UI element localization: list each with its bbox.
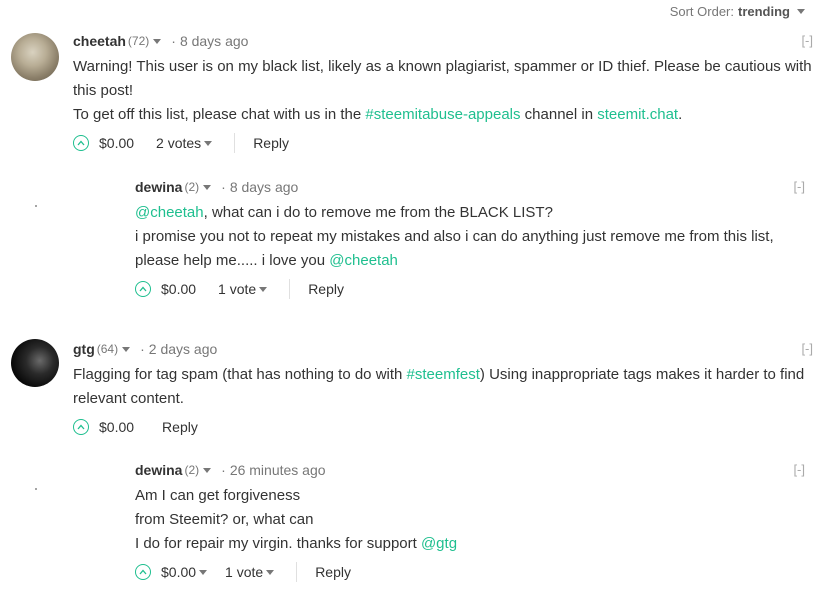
avatar[interactable] bbox=[11, 33, 59, 81]
author-reputation: (2) bbox=[184, 180, 200, 194]
chevron-down-icon[interactable] bbox=[203, 467, 212, 473]
comment-header: dewina (2) · 26 minutes ago bbox=[135, 459, 805, 481]
tag-link[interactable]: #steemfest bbox=[407, 366, 480, 383]
separator-dot: · bbox=[140, 341, 145, 357]
chevron-down-icon[interactable] bbox=[797, 9, 805, 14]
chevron-down-icon[interactable] bbox=[266, 569, 275, 575]
mention-link[interactable]: @gtg bbox=[421, 535, 457, 552]
author-name[interactable]: cheetah bbox=[73, 33, 126, 49]
chevron-down-icon[interactable] bbox=[204, 140, 213, 146]
divider bbox=[289, 279, 291, 299]
collapse-button[interactable]: [-] bbox=[801, 341, 813, 356]
reply-button[interactable]: Reply bbox=[162, 419, 198, 435]
comment-footer: $0.00 1 vote Reply bbox=[135, 560, 805, 584]
upvote-icon[interactable] bbox=[135, 281, 151, 297]
comment-body: Flagging for tag spam (that has nothing … bbox=[73, 363, 813, 411]
text-segment: i promise you not to repeat my mistakes … bbox=[135, 228, 774, 269]
comment-text: Warning! This user is on my black list, … bbox=[73, 58, 812, 99]
comment-footer: $0.00 2 votes Reply bbox=[73, 131, 813, 155]
author-reputation: (2) bbox=[184, 463, 200, 477]
payout-value[interactable]: $0.00 bbox=[99, 135, 134, 151]
text-segment: . bbox=[678, 106, 683, 123]
divider bbox=[296, 562, 298, 582]
timestamp[interactable]: 8 days ago bbox=[180, 33, 249, 49]
comment-text: I do for repair my virgin. thanks for su… bbox=[135, 532, 805, 556]
author-reputation: (64) bbox=[96, 342, 119, 356]
mention-link[interactable]: @cheetah bbox=[135, 204, 204, 221]
collapse-button[interactable]: [-] bbox=[793, 179, 805, 194]
avatar[interactable] bbox=[35, 488, 37, 490]
upvote-icon[interactable] bbox=[73, 135, 89, 151]
sort-order-label: Sort Order: bbox=[669, 4, 734, 19]
text-segment: To get off this list, please chat with u… bbox=[73, 106, 366, 123]
comment: gtg (64) · 2 days ago [-] Flagging for t… bbox=[73, 338, 813, 439]
upvote-icon[interactable] bbox=[135, 564, 151, 580]
author-name[interactable]: gtg bbox=[73, 341, 95, 357]
collapse-button[interactable]: [-] bbox=[801, 33, 813, 48]
collapse-button[interactable]: [-] bbox=[793, 462, 805, 477]
divider bbox=[234, 133, 236, 153]
reply-button[interactable]: Reply bbox=[308, 281, 344, 297]
separator-dot: · bbox=[221, 179, 226, 195]
payout-value[interactable]: $0.00 bbox=[161, 281, 196, 297]
author-reputation: (72) bbox=[127, 34, 150, 48]
chat-link[interactable]: steemit.chat bbox=[597, 106, 678, 123]
text-segment: Flagging for tag spam (that has nothing … bbox=[73, 366, 407, 383]
tag-link[interactable]: #steemitabuse-appeals bbox=[365, 106, 520, 123]
text-segment: channel in bbox=[520, 106, 598, 123]
comment-body: @cheetah, what can i do to remove me fro… bbox=[135, 201, 805, 273]
author-name[interactable]: dewina bbox=[135, 462, 182, 478]
text-segment: I do for repair my virgin. thanks for su… bbox=[135, 535, 421, 552]
reply-button[interactable]: Reply bbox=[253, 135, 289, 151]
avatar[interactable] bbox=[35, 205, 37, 207]
timestamp[interactable]: 2 days ago bbox=[149, 341, 218, 357]
text-segment: , what can i do to remove me from the BL… bbox=[203, 204, 553, 221]
separator-dot: · bbox=[221, 462, 226, 478]
payout-value[interactable]: $0.00 bbox=[99, 419, 134, 435]
author-name[interactable]: dewina bbox=[135, 179, 182, 195]
comment-body: Warning! This user is on my black list, … bbox=[73, 55, 813, 127]
comment-footer: $0.00 1 vote Reply bbox=[135, 277, 805, 301]
timestamp[interactable]: 26 minutes ago bbox=[230, 462, 326, 478]
comment-text: from Steemit? or, what can bbox=[135, 511, 314, 528]
comment-text: To get off this list, please chat with u… bbox=[73, 103, 813, 127]
payout-value[interactable]: $0.00 bbox=[161, 564, 196, 580]
comment-text: i promise you not to repeat my mistakes … bbox=[135, 225, 805, 273]
chevron-down-icon[interactable] bbox=[199, 569, 208, 575]
separator-dot: · bbox=[171, 33, 176, 49]
chevron-down-icon[interactable] bbox=[122, 346, 131, 352]
avatar[interactable] bbox=[11, 339, 59, 387]
votes-count[interactable]: 1 vote bbox=[218, 281, 256, 297]
votes-count[interactable]: 1 vote bbox=[225, 564, 263, 580]
upvote-icon[interactable] bbox=[73, 419, 89, 435]
timestamp[interactable]: 8 days ago bbox=[230, 179, 299, 195]
comment-body: Am I can get forgiveness from Steemit? o… bbox=[135, 484, 805, 556]
chevron-down-icon[interactable] bbox=[153, 38, 162, 44]
mention-link[interactable]: @cheetah bbox=[329, 252, 398, 269]
chevron-down-icon[interactable] bbox=[259, 286, 268, 292]
comment-footer: $0.00 Reply bbox=[73, 415, 813, 439]
comment-header: dewina (2) · 8 days ago bbox=[135, 176, 805, 198]
reply-button[interactable]: Reply bbox=[315, 564, 351, 580]
comment-text: Flagging for tag spam (that has nothing … bbox=[73, 363, 813, 411]
chevron-down-icon[interactable] bbox=[203, 184, 212, 190]
comment-header: cheetah (72) · 8 days ago bbox=[73, 30, 813, 52]
sort-order-value[interactable]: trending bbox=[738, 4, 790, 19]
votes-count[interactable]: 2 votes bbox=[156, 135, 201, 151]
comment-text: @cheetah, what can i do to remove me fro… bbox=[135, 201, 805, 225]
comment-text: Am I can get forgiveness bbox=[135, 487, 301, 504]
sort-order[interactable]: Sort Order: trending bbox=[670, 4, 805, 19]
comment: dewina (2) · 26 minutes ago [-] Am I can… bbox=[135, 459, 805, 584]
comment: dewina (2) · 8 days ago [-] @cheetah, wh… bbox=[135, 176, 805, 301]
comment: cheetah (72) · 8 days ago [-] Warning! T… bbox=[73, 30, 813, 155]
comment-header: gtg (64) · 2 days ago bbox=[73, 338, 813, 360]
